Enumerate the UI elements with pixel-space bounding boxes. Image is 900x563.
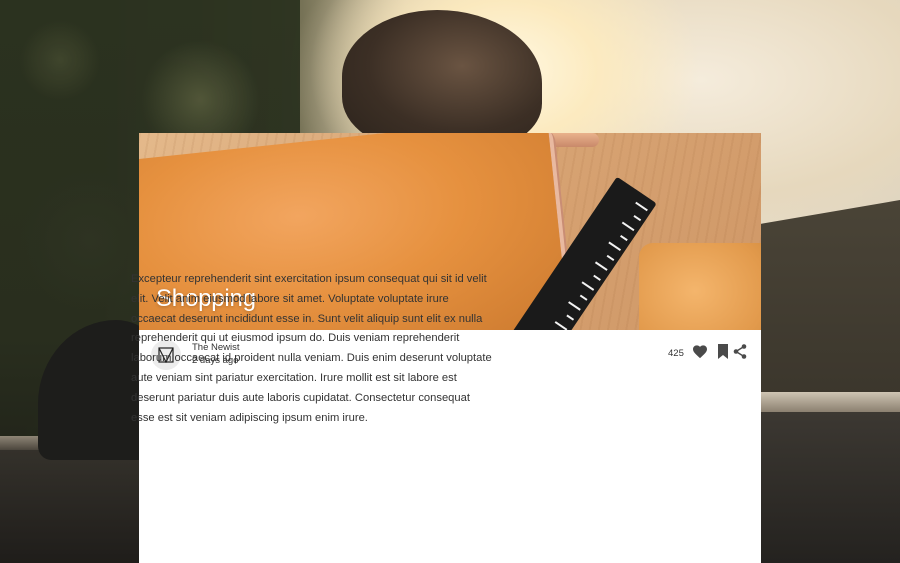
background-lower-right xyxy=(760,412,900,563)
background-lower-left xyxy=(0,450,140,563)
background-hill xyxy=(760,200,900,400)
page: Shopping The Newist 2 days ago 425 Excep… xyxy=(0,0,900,563)
background-railing-right xyxy=(760,392,900,412)
like-count: 425 xyxy=(668,348,684,359)
background-person-head xyxy=(342,10,542,150)
article-body: Excepteur reprehenderit sint exercitatio… xyxy=(131,273,492,424)
share-icon[interactable] xyxy=(733,344,747,364)
heart-icon[interactable] xyxy=(692,344,708,364)
hero-notebook-secondary xyxy=(639,243,761,330)
bookmark-icon[interactable] xyxy=(718,344,728,364)
